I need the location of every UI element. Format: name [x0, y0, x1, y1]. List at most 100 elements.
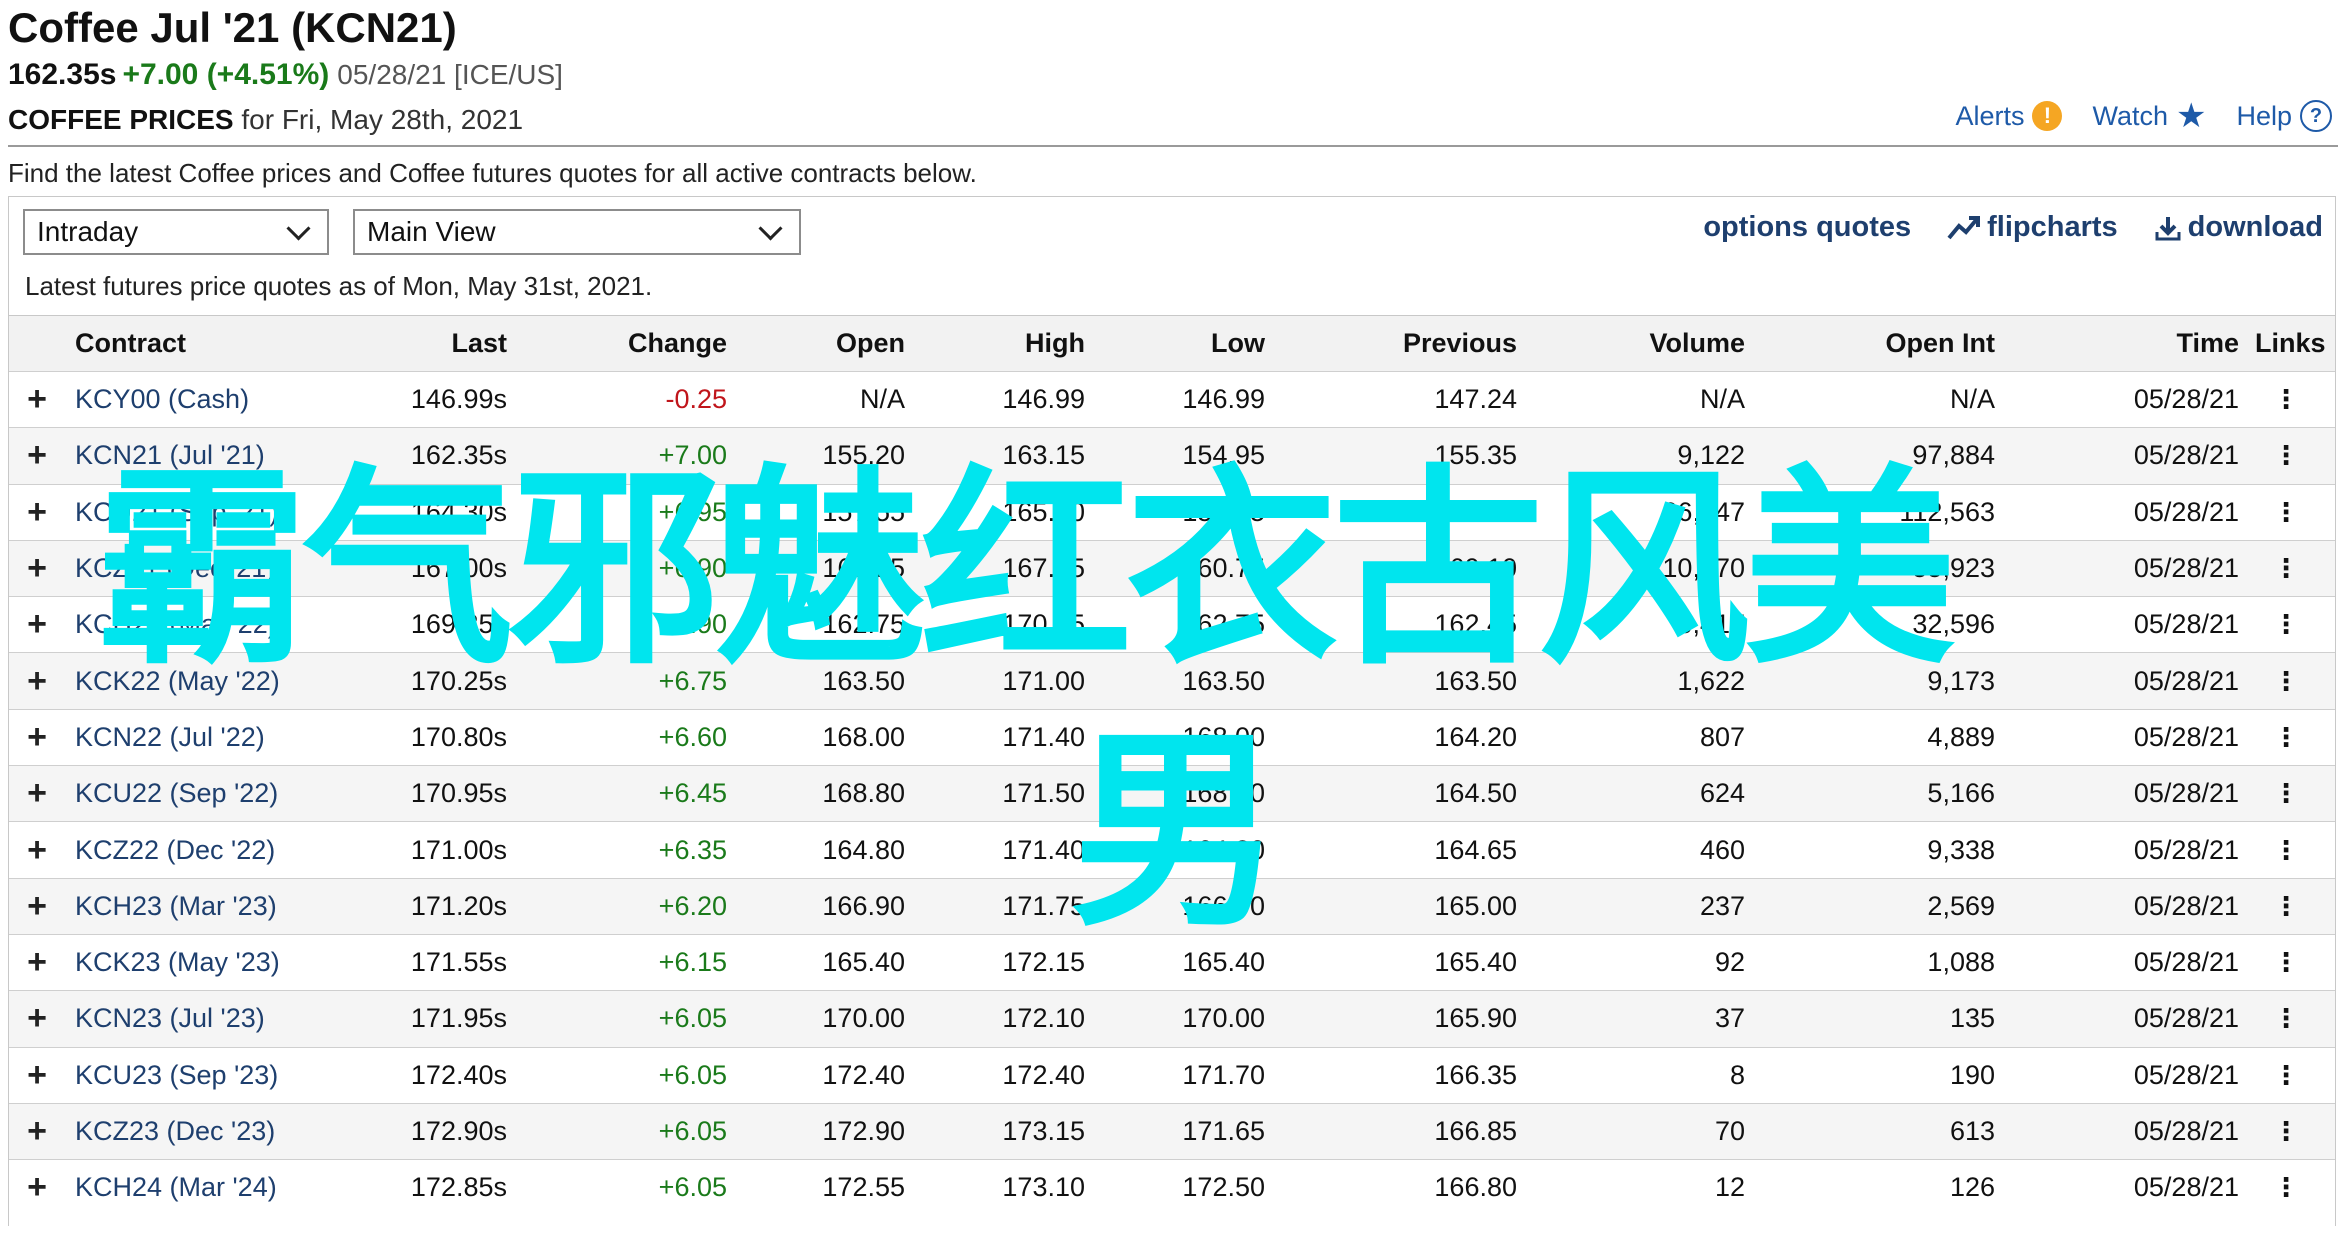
high-cell: 171.40 [1002, 721, 1085, 752]
time-cell: 05/28/21 [2133, 778, 2239, 809]
last-price: 162.35s [8, 58, 117, 91]
help-label: Help [2236, 100, 2292, 131]
volume-cell: 624 [1699, 778, 1745, 809]
expand-plus-icon[interactable]: + [25, 879, 49, 934]
last-cell: 172.40s [410, 1059, 507, 1090]
panel-tools: options quotes flipcharts download [1703, 211, 2323, 244]
period-select[interactable]: Intraday [23, 209, 329, 255]
more-options-icon[interactable]: ⋮ [2271, 485, 2301, 540]
volume-cell: 70 [1714, 1116, 1745, 1146]
table-row: + KCK23 (May '23) 171.55s +6.15 165.40 172.15… [9, 933, 2335, 990]
column-header-change[interactable]: Change [509, 316, 727, 371]
volume-cell: 6,417 [1677, 609, 1745, 640]
expand-plus-icon[interactable]: + [25, 766, 49, 821]
open-int-cell: 126 [1949, 1172, 1995, 1203]
help-link[interactable]: Help ? [2236, 100, 2332, 132]
expand-plus-icon[interactable]: + [25, 1160, 49, 1215]
expand-plus-icon[interactable]: + [25, 485, 49, 540]
time-cell: 05/28/21 [2133, 947, 2239, 978]
column-header-open-int[interactable]: Open Int [1749, 316, 1996, 371]
previous-cell: 166.85 [1434, 1116, 1517, 1146]
change-cell: +6.05 [658, 1059, 727, 1090]
expand-plus-icon[interactable]: + [25, 710, 49, 765]
expand-plus-icon[interactable]: + [25, 428, 49, 483]
low-cell: 170.00 [1182, 1003, 1265, 1034]
column-header-links: Links [2255, 328, 2326, 358]
column-header-contract[interactable]: Contract [75, 316, 186, 371]
previous-cell: 160.10 [1434, 553, 1517, 584]
change-cell: -0.25 [665, 384, 727, 415]
more-options-icon[interactable]: ⋮ [2271, 935, 2301, 990]
open-int-cell: 5,166 [1927, 778, 1995, 809]
volume-cell: 460 [1699, 834, 1745, 865]
expand-plus-icon[interactable]: + [25, 1104, 49, 1159]
change-cell: +6.05 [658, 1172, 727, 1203]
options-quotes-link[interactable]: options quotes [1703, 211, 1911, 244]
more-options-icon[interactable]: ⋮ [2271, 428, 2301, 483]
more-options-icon[interactable]: ⋮ [2271, 653, 2301, 708]
more-options-icon[interactable]: ⋮ [2271, 1104, 2301, 1159]
high-cell: 173.10 [1002, 1172, 1085, 1203]
previous-cell: 164.20 [1434, 721, 1517, 752]
previous-cell: 166.80 [1434, 1172, 1517, 1203]
column-header-open[interactable]: Open [729, 316, 905, 371]
expand-plus-icon[interactable]: + [25, 935, 49, 990]
expand-plus-icon[interactable]: + [25, 822, 49, 877]
view-select[interactable]: Main View [353, 209, 801, 255]
download-link[interactable]: download [2154, 211, 2323, 244]
time-cell: 05/28/21 [2133, 890, 2239, 921]
high-cell: 172.15 [1002, 947, 1085, 978]
expand-plus-icon[interactable]: + [25, 653, 49, 708]
more-options-icon[interactable]: ⋮ [2271, 822, 2301, 877]
open-int-cell: 55,923 [1912, 553, 1995, 584]
expand-plus-icon[interactable]: + [25, 597, 49, 652]
expand-plus-icon[interactable]: + [25, 541, 49, 596]
open-int-cell: 613 [1949, 1116, 1995, 1146]
last-cell: 162.35s [410, 440, 507, 471]
column-header-time[interactable]: Time [1999, 316, 2239, 371]
more-options-icon[interactable]: ⋮ [2271, 879, 2301, 934]
high-cell: 171.40 [1002, 834, 1085, 865]
low-cell: 157.15 [1182, 496, 1265, 527]
time-cell: 05/28/21 [2133, 609, 2239, 640]
alerts-link[interactable]: Alerts ! [1955, 100, 2063, 132]
volume-cell: 92 [1714, 947, 1745, 978]
more-options-icon[interactable]: ⋮ [2271, 541, 2301, 596]
expand-plus-icon[interactable]: + [25, 1048, 49, 1103]
download-icon [2155, 216, 2181, 240]
column-header-volume[interactable]: Volume [1519, 316, 1745, 371]
open-cell: 164.80 [822, 834, 905, 865]
expand-plus-icon[interactable]: + [25, 372, 49, 427]
table-row: + KCN22 (Jul '22) 170.80s +6.60 168.00 171.40… [9, 708, 2335, 765]
high-cell: 167.85 [1002, 553, 1085, 584]
last-cell: 170.25s [410, 665, 507, 696]
change-cell: +6.35 [658, 834, 727, 865]
open-cell: 172.90 [822, 1116, 905, 1146]
high-cell: 146.99 [1002, 384, 1085, 415]
column-header-previous[interactable]: Previous [1269, 316, 1517, 371]
more-options-icon[interactable]: ⋮ [2271, 597, 2301, 652]
help-icon: ? [2300, 100, 2332, 132]
more-options-icon[interactable]: ⋮ [2271, 710, 2301, 765]
last-cell: 146.99s [410, 384, 507, 415]
last-cell: 171.00s [410, 834, 507, 865]
alerts-label: Alerts [1955, 100, 2025, 131]
table-row: + KCH24 (Mar '24) 172.85s +6.05 172.55 173.10… [9, 1159, 2335, 1215]
more-options-icon[interactable]: ⋮ [2271, 766, 2301, 821]
open-int-cell: N/A [1949, 384, 1995, 415]
last-cell: 171.20s [410, 890, 507, 921]
more-options-icon[interactable]: ⋮ [2271, 991, 2301, 1046]
watch-link[interactable]: Watch ★ [2092, 99, 2206, 133]
column-header-low[interactable]: Low [1089, 316, 1265, 371]
more-options-icon[interactable]: ⋮ [2271, 372, 2301, 427]
flipcharts-link[interactable]: flipcharts [1947, 211, 2118, 244]
column-header-high[interactable]: High [909, 316, 1085, 371]
table-body: + KCY00 (Cash) 146.99s -0.25 N/A 146.99 146.99… [9, 371, 2335, 1215]
more-options-icon[interactable]: ⋮ [2271, 1048, 2301, 1103]
time-cell: 05/28/21 [2133, 440, 2239, 471]
more-options-icon[interactable]: ⋮ [2271, 1160, 2301, 1215]
expand-plus-icon[interactable]: + [25, 991, 49, 1046]
quotes-table: Contract Last Change Open High Low Previ… [9, 315, 2335, 1215]
column-header-last[interactable]: Last [209, 316, 507, 371]
table-header-row: Contract Last Change Open High Low Previ… [9, 315, 2335, 371]
